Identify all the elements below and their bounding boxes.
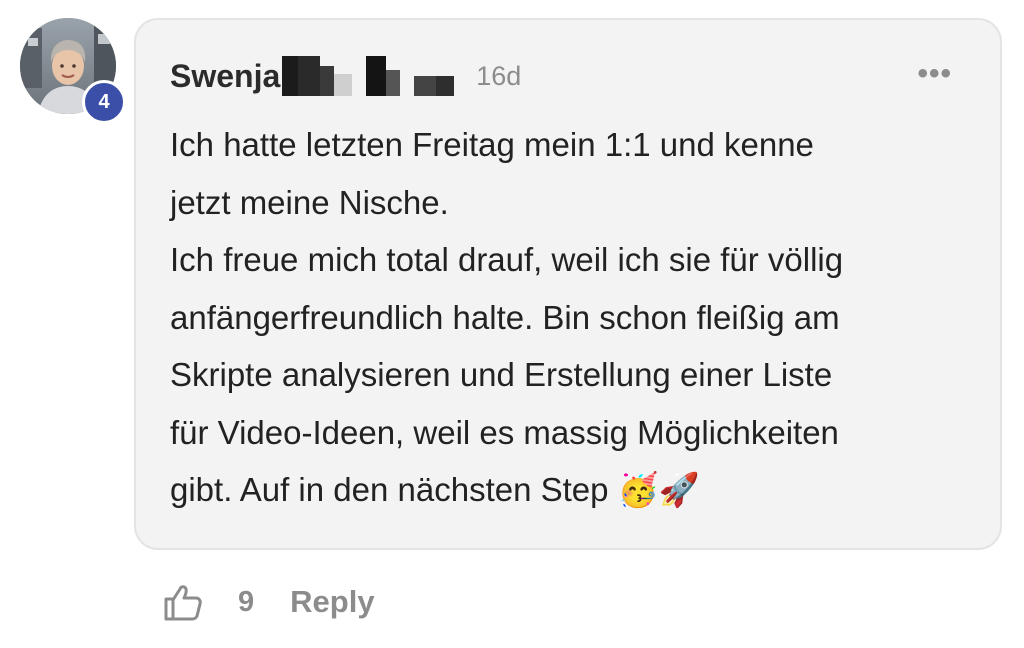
level-badge: 4 — [82, 80, 126, 124]
comment-text-line: für Video-Ideen, weil es massig Möglichk… — [170, 413, 839, 451]
redacted-name-block — [282, 56, 455, 96]
like-count: 9 — [238, 585, 255, 618]
comment-text-line: anfängerfreundlich halte. Bin schon flei… — [170, 298, 840, 336]
comment-timestamp: 16d — [476, 61, 522, 91]
comment-text-line: Ich hatte letzten Freitag mein 1:1 und k… — [170, 126, 814, 163]
author-name[interactable]: Swenja — [170, 54, 280, 98]
comment-body: Ich hatte letzten Freitag mein 1:1 und k… — [170, 116, 980, 519]
comment-text-line: jetzt meine Nische. — [170, 183, 449, 221]
comment-bubble: Swenja 16d ••• Ich hatte letzten Freitag… — [134, 18, 1002, 550]
comment-text-line: Ich freue mich total drauf, weil ich sie… — [170, 241, 844, 278]
comment-text-line: gibt. Auf in den nächsten Step 🥳🚀 — [170, 471, 700, 508]
comment-text-line: Skripte analysieren und Erstellung einer… — [170, 356, 833, 393]
comment-actions: 9 Reply — [160, 578, 375, 626]
comment-header: Swenja 16d — [170, 54, 521, 98]
like-button[interactable] — [160, 579, 206, 625]
reply-button[interactable]: Reply — [290, 584, 374, 620]
author-avatar-container[interactable]: 4 — [20, 18, 126, 124]
more-options-icon[interactable]: ••• — [917, 59, 952, 89]
thumbs-up-icon — [164, 585, 202, 621]
